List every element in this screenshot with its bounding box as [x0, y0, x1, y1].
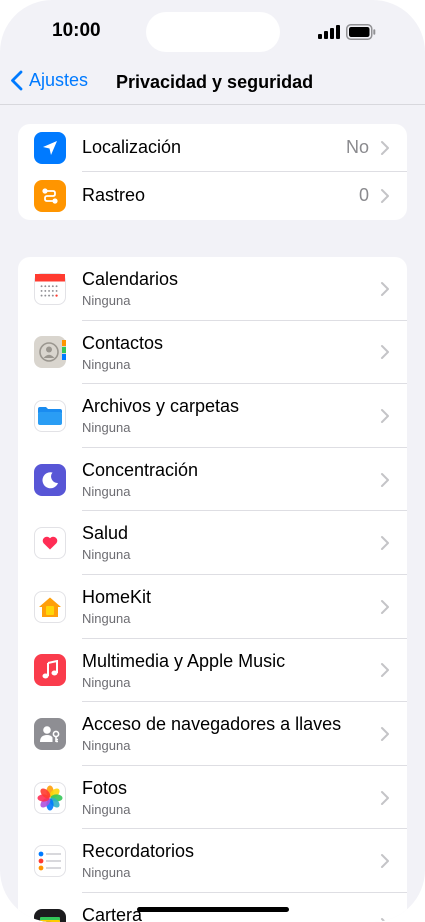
row-label: Concentración — [82, 459, 199, 480]
row-calendarios[interactable]: Calendarios Ninguna — [18, 257, 407, 321]
row-homekit[interactable]: HomeKit Ninguna — [18, 575, 407, 639]
row-value: 0 — [358, 185, 369, 205]
chevron-right-icon — [381, 599, 389, 614]
settings-group-location: Localización No Rastreo 0 — [18, 124, 407, 220]
settings-group-permissions: Calendarios Ninguna Contactos Ninguna Ar… — [18, 257, 407, 922]
cellular-signal-icon — [318, 25, 340, 39]
chevron-right-icon — [381, 917, 387, 922]
chevron-right-icon — [381, 790, 389, 805]
chevron-right-icon — [381, 189, 389, 203]
row-label: Archivos y carpetas — [82, 396, 240, 417]
row-label: Calendarios — [82, 269, 179, 289]
row-sublabel: Ninguna — [82, 356, 131, 372]
chevron-right-icon — [381, 408, 389, 423]
row-label: Acceso de navegadores a llaves — [82, 714, 342, 735]
row-label: Recordatorios — [82, 841, 195, 862]
passkey-icon — [34, 717, 66, 750]
row-sublabel: Ninguna — [82, 420, 131, 436]
row-localizacion[interactable]: Localización No — [18, 124, 407, 172]
tracking-icon — [34, 180, 66, 212]
row-label: Multimedia y Apple Music — [82, 650, 286, 671]
row-sublabel: Ninguna — [82, 801, 131, 817]
chevron-right-icon — [381, 141, 389, 155]
row-fotos[interactable]: Fotos Ninguna — [18, 766, 407, 830]
location-arrow-icon — [34, 132, 66, 164]
reminders-icon — [34, 845, 66, 878]
moon-icon — [34, 463, 66, 496]
dynamic-island — [146, 12, 280, 52]
row-sublabel: Ninguna — [82, 547, 131, 563]
music-note-icon — [34, 654, 66, 687]
battery-icon — [346, 24, 376, 40]
folder-icon — [34, 399, 66, 432]
row-label: Salud — [82, 523, 129, 544]
calendar-icon — [34, 272, 66, 305]
chevron-right-icon — [381, 472, 389, 487]
chevron-right-icon — [381, 854, 389, 869]
row-concentracion[interactable]: Concentración Ninguna — [18, 448, 407, 512]
row-label: Cartera — [82, 904, 143, 922]
status-bar: 10:00 — [0, 0, 425, 62]
page-title: Privacidad y seguridad — [116, 72, 314, 92]
row-sublabel: Ninguna — [82, 674, 131, 690]
home-icon — [34, 590, 66, 623]
back-button[interactable]: Ajustes — [10, 70, 88, 91]
chevron-right-icon — [381, 345, 389, 360]
row-sublabel: Ninguna — [82, 483, 131, 499]
row-label: Contactos — [82, 332, 164, 353]
row-contactos[interactable]: Contactos Ninguna — [18, 321, 407, 385]
row-sublabel: Ninguna — [82, 610, 131, 626]
chevron-right-icon — [381, 536, 389, 551]
row-salud[interactable]: Salud Ninguna — [18, 511, 407, 575]
photos-icon — [34, 781, 66, 814]
navigation-bar: Ajustes Privacidad y seguridad — [0, 62, 425, 105]
row-recordatorios[interactable]: Recordatorios Ninguna — [18, 829, 407, 893]
row-sublabel: Ninguna — [82, 293, 131, 308]
row-label: Fotos — [82, 777, 128, 798]
phone-screen: 10:00 Ajustes Privacidad y seguridad Loc… — [0, 0, 425, 922]
row-label: Rastreo — [82, 185, 146, 205]
contacts-icon — [34, 336, 66, 369]
chevron-left-icon — [11, 70, 23, 91]
row-rastreo[interactable]: Rastreo 0 — [18, 172, 407, 220]
row-archivos[interactable]: Archivos y carpetas Ninguna — [18, 384, 407, 448]
chevron-right-icon — [381, 726, 389, 741]
wallet-icon — [34, 908, 66, 922]
status-time: 10:00 — [52, 20, 101, 41]
row-value: No — [345, 137, 369, 157]
chevron-right-icon — [381, 281, 389, 296]
row-acceso-llaves[interactable]: Acceso de navegadores a llaves Ninguna — [18, 702, 407, 766]
home-indicator[interactable] — [137, 907, 289, 912]
back-label: Ajustes — [29, 70, 89, 90]
row-label: Localización — [82, 137, 182, 157]
row-sublabel: Ninguna — [82, 865, 131, 881]
chevron-right-icon — [381, 663, 389, 678]
row-multimedia[interactable]: Multimedia y Apple Music Ninguna — [18, 639, 407, 703]
row-sublabel: Ninguna — [82, 738, 131, 754]
heart-icon — [34, 527, 66, 560]
row-label: HomeKit — [82, 586, 152, 607]
